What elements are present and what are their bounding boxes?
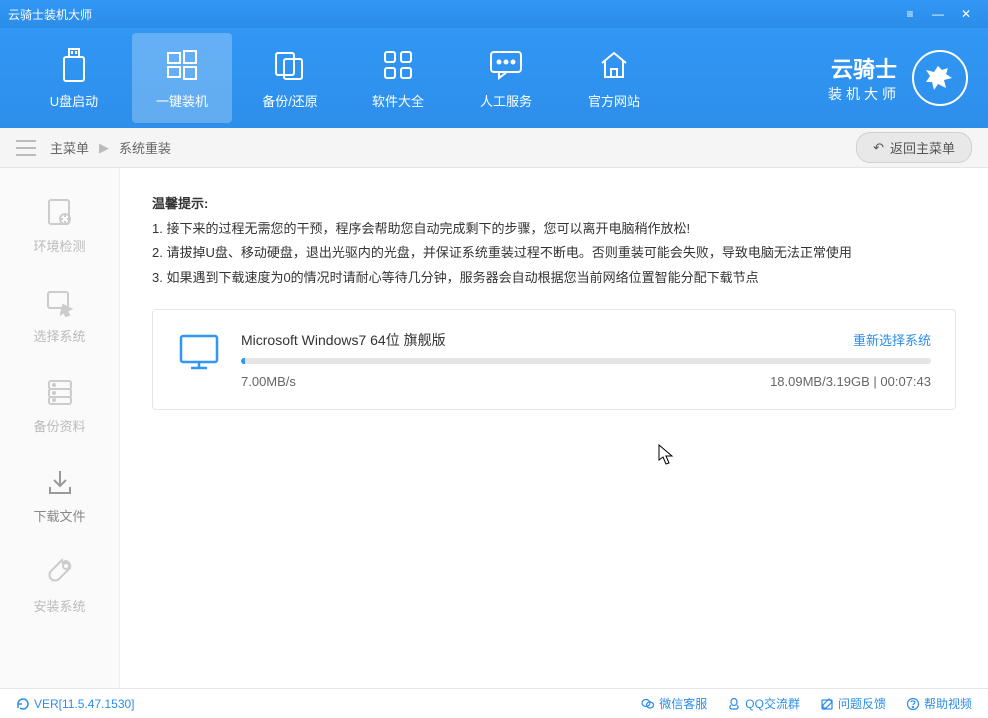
chevron-right-icon: ▶ — [99, 140, 109, 156]
usb-icon — [56, 47, 92, 83]
qq-icon — [727, 697, 741, 711]
nav-label: 备份/还原 — [262, 91, 318, 110]
cursor-rect-icon — [44, 286, 76, 318]
download-card: Microsoft Windows7 64位 旗舰版 重新选择系统 7.00MB… — [152, 309, 956, 410]
list-icon — [16, 140, 36, 156]
document-gear-icon — [44, 196, 76, 228]
nav-software[interactable]: 软件大全 — [348, 33, 448, 123]
step-label: 下载文件 — [33, 506, 85, 525]
edit-icon — [820, 697, 834, 711]
chat-icon — [488, 47, 524, 83]
footer-qq[interactable]: QQ交流群 — [727, 695, 800, 712]
brand-logo-icon — [912, 50, 968, 106]
footer-help[interactable]: 帮助视频 — [906, 695, 972, 712]
backup-icon — [272, 47, 308, 83]
download-speed: 7.00MB/s — [241, 374, 296, 389]
apps-icon — [380, 47, 416, 83]
step-label: 环境检测 — [33, 236, 85, 255]
menu-button[interactable]: ≡ — [896, 0, 924, 28]
step-label: 安装系统 — [33, 596, 85, 615]
brand-title: 云骑士 — [828, 52, 900, 84]
home-icon — [596, 47, 632, 83]
refresh-icon — [16, 697, 30, 711]
minimize-button[interactable]: — — [924, 0, 952, 28]
wrench-icon — [44, 556, 76, 588]
breadcrumb-bar: 主菜单 ▶ 系统重装 ↶ 返回主菜单 — [0, 128, 988, 168]
brand-subtitle: 装机大师 — [828, 84, 900, 104]
nav-oneclick-install[interactable]: 一键装机 — [132, 33, 232, 123]
monitor-icon — [177, 330, 221, 374]
step-download: 下载文件 — [0, 450, 119, 540]
nav-label: 软件大全 — [372, 91, 424, 110]
step-install: 安装系统 — [0, 540, 119, 630]
tips-line: 2. 请拔掉U盘、移动硬盘，退出光驱内的光盘，并保证系统重装过程不断电。否则重装… — [152, 241, 956, 266]
back-to-main-button[interactable]: ↶ 返回主菜单 — [856, 132, 972, 163]
database-icon — [44, 376, 76, 408]
breadcrumb-root[interactable]: 主菜单 — [44, 138, 95, 157]
footer-feedback[interactable]: 问题反馈 — [820, 695, 886, 712]
sidebar: 环境检测 选择系统 备份资料 下载文件 安装系统 — [0, 168, 120, 688]
breadcrumb-current: 系统重装 — [113, 138, 177, 157]
content-area: 温馨提示: 1. 接下来的过程无需您的干预，程序会帮助您自动完成剩下的步骤，您可… — [120, 168, 988, 688]
brand: 云骑士 装机大师 — [828, 50, 968, 106]
nav-website[interactable]: 官方网站 — [564, 33, 664, 123]
titlebar: 云骑士装机大师 ≡ — ✕ — [0, 0, 988, 28]
header-nav: U盘启动 一键装机 备份/还原 软件大全 人工服务 官方网站 云骑士 装机大师 — [0, 28, 988, 128]
close-button[interactable]: ✕ — [952, 0, 980, 28]
progress-bar — [241, 358, 931, 364]
footer: VER[11.5.47.1530] 微信客服 QQ交流群 问题反馈 帮助视频 — [0, 688, 988, 718]
step-label: 选择系统 — [33, 326, 85, 345]
nav-label: 官方网站 — [588, 91, 640, 110]
tips-line: 3. 如果遇到下载速度为0的情况时请耐心等待几分钟，服务器会自动根据您当前网络位… — [152, 266, 956, 291]
reselect-system-link[interactable]: 重新选择系统 — [853, 330, 931, 349]
download-status: 18.09MB/3.19GB | 00:07:43 — [770, 374, 931, 389]
nav-label: 一键装机 — [156, 91, 208, 110]
step-select-system: 选择系统 — [0, 270, 119, 360]
tips-line: 1. 接下来的过程无需您的干预，程序会帮助您自动完成剩下的步骤，您可以离开电脑稍… — [152, 217, 956, 242]
help-icon — [906, 697, 920, 711]
windows-icon — [164, 47, 200, 83]
download-system-name: Microsoft Windows7 64位 旗舰版 — [241, 330, 446, 350]
tips-title: 温馨提示: — [152, 192, 956, 217]
version-link[interactable]: VER[11.5.47.1530] — [16, 697, 135, 711]
nav-label: U盘启动 — [50, 91, 98, 110]
download-icon — [44, 466, 76, 498]
step-label: 备份资料 — [33, 416, 85, 435]
app-title: 云骑士装机大师 — [8, 6, 896, 23]
footer-wechat[interactable]: 微信客服 — [641, 695, 707, 712]
wechat-icon — [641, 697, 655, 711]
progress-fill — [241, 358, 245, 364]
nav-support[interactable]: 人工服务 — [456, 33, 556, 123]
nav-label: 人工服务 — [480, 91, 532, 110]
tips-block: 温馨提示: 1. 接下来的过程无需您的干预，程序会帮助您自动完成剩下的步骤，您可… — [152, 192, 956, 291]
undo-icon: ↶ — [873, 140, 884, 156]
step-backup: 备份资料 — [0, 360, 119, 450]
nav-usb-boot[interactable]: U盘启动 — [24, 33, 124, 123]
step-env-check: 环境检测 — [0, 180, 119, 270]
nav-backup-restore[interactable]: 备份/还原 — [240, 33, 340, 123]
